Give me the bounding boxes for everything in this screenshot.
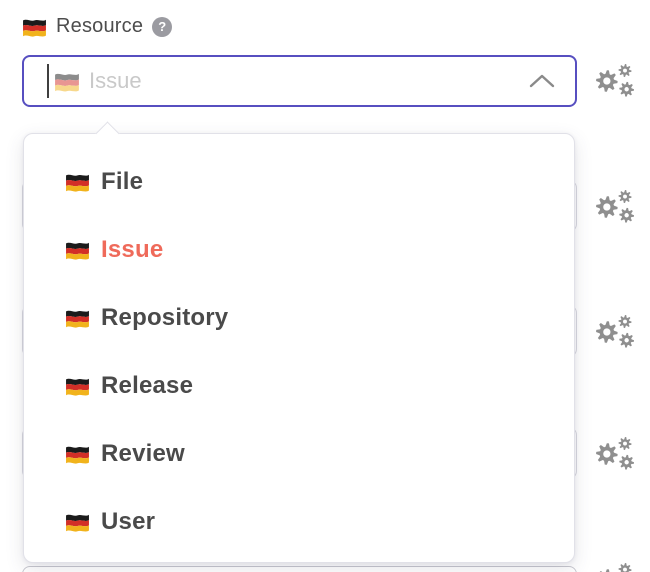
field-label: Resource <box>56 15 143 38</box>
dropdown-item-label: User <box>101 508 155 536</box>
settings-gears-button[interactable] <box>592 560 636 572</box>
settings-gears-button[interactable] <box>592 312 636 352</box>
germany-flag-icon <box>22 17 47 37</box>
text-cursor <box>47 64 49 98</box>
dropdown-item-release[interactable]: Release <box>24 352 574 420</box>
settings-gears-button[interactable] <box>592 434 636 474</box>
dropdown-item-label: Review <box>101 440 185 468</box>
dropdown-item-label: Repository <box>101 304 228 332</box>
form-page: Resource ? Issue File Issue Repository R… <box>0 0 650 572</box>
germany-flag-icon <box>65 308 90 328</box>
germany-flag-icon <box>54 71 80 92</box>
germany-flag-icon <box>65 376 90 396</box>
resource-dropdown: File Issue Repository Release Review Use… <box>23 133 575 563</box>
settings-gears-button[interactable] <box>592 61 636 101</box>
dropdown-item-list: File Issue Repository Release Review Use… <box>24 134 574 562</box>
germany-flag-icon <box>65 240 90 260</box>
field-label-row: Resource ? <box>22 15 172 38</box>
germany-flag-icon <box>65 172 90 192</box>
dropdown-item-repository[interactable]: Repository <box>24 284 574 352</box>
dropdown-item-issue[interactable]: Issue <box>24 216 574 284</box>
germany-flag-icon <box>65 444 90 464</box>
dropdown-item-user[interactable]: User <box>24 488 574 556</box>
dropdown-item-file[interactable]: File <box>24 148 574 216</box>
dropdown-item-label: Issue <box>101 236 163 264</box>
resource-select-input[interactable]: Issue <box>22 55 577 107</box>
dropdown-item-label: File <box>101 168 143 196</box>
background-input-row-partial[interactable] <box>22 566 577 572</box>
dropdown-item-review[interactable]: Review <box>24 420 574 488</box>
settings-gears-button[interactable] <box>592 187 636 227</box>
input-placeholder: Issue <box>89 68 142 94</box>
chevron-up-icon[interactable] <box>529 74 555 88</box>
dropdown-item-label: Release <box>101 372 193 400</box>
help-icon[interactable]: ? <box>152 17 172 37</box>
germany-flag-icon <box>65 512 90 532</box>
